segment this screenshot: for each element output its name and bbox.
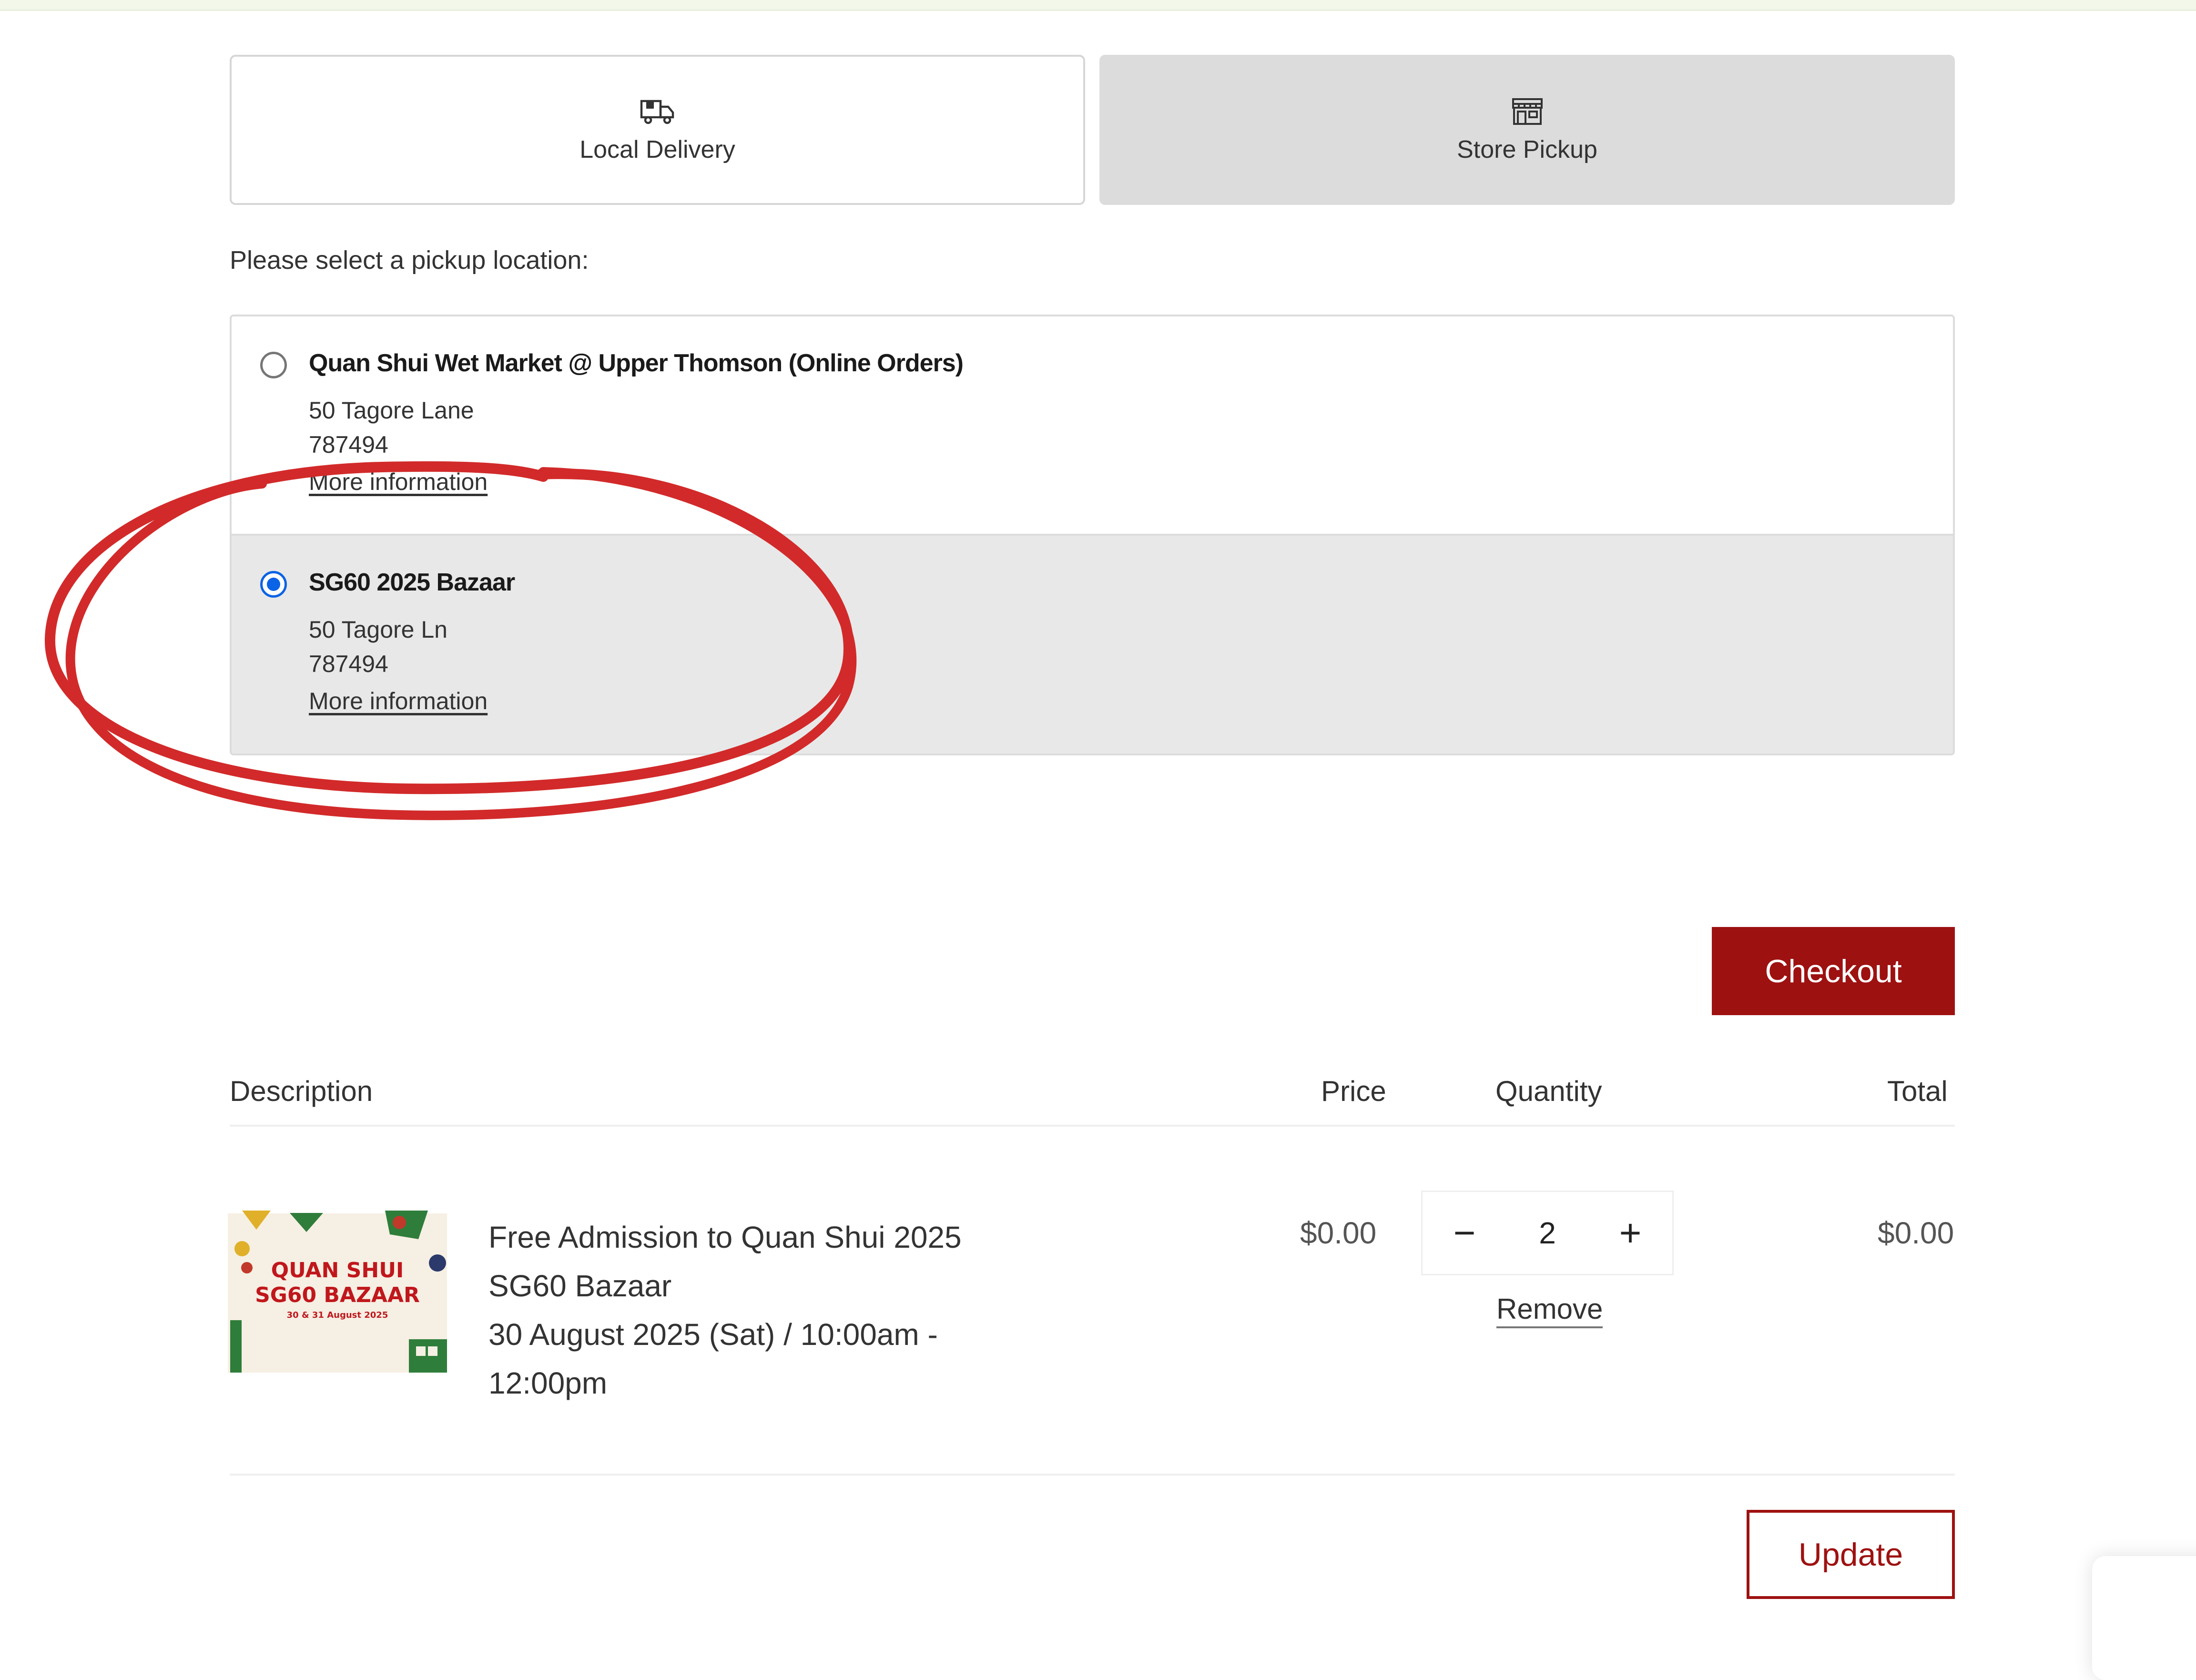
location-postal-code: 787494	[309, 651, 388, 677]
quantity-decrease-button[interactable]: −	[1423, 1192, 1506, 1274]
quantity-increase-button[interactable]: +	[1588, 1192, 1672, 1274]
pickup-location-option-selected[interactable]: SG60 2025 Bazaar 50 Tagore Ln 787494 Mor…	[232, 536, 1953, 753]
location-postal-code: 787494	[309, 431, 388, 458]
storefront-icon	[1512, 98, 1543, 125]
quantity-input[interactable]: 2	[1539, 1215, 1556, 1251]
thumbnail-title-line-1: QUAN SHUI	[271, 1258, 404, 1283]
location-street: 50 Tagore Lane	[309, 397, 474, 424]
product-title[interactable]: Free Admission to Quan Shui 2025 SG60 Ba…	[488, 1213, 1013, 1407]
top-banner-strip	[0, 0, 2196, 11]
product-variant: 30 August 2025 (Sat) / 10:00am - 12:00pm	[488, 1317, 938, 1400]
checkout-button[interactable]: Checkout	[1712, 927, 1955, 1015]
column-header-quantity: Quantity	[1495, 1075, 1602, 1107]
column-header-total: Total	[1887, 1075, 1948, 1107]
delivery-truck-icon	[640, 100, 674, 124]
column-header-description: Description	[230, 1075, 373, 1107]
pickup-location-list: Quan Shui Wet Market @ Upper Thomson (On…	[230, 315, 1955, 755]
chat-widget-corner[interactable]	[2092, 1556, 2196, 1680]
column-header-price: Price	[1321, 1075, 1386, 1107]
update-cart-button[interactable]: Update	[1747, 1510, 1955, 1599]
location-name: Quan Shui Wet Market @ Upper Thomson (On…	[309, 349, 964, 377]
remove-item-link[interactable]: Remove	[1496, 1293, 1603, 1328]
location-radio-selected[interactable]	[260, 571, 287, 598]
tab-store-pickup[interactable]: Store Pickup	[1099, 55, 1955, 205]
location-name: SG60 2025 Bazaar	[309, 569, 515, 596]
pickup-location-prompt: Please select a pickup location:	[230, 246, 589, 275]
divider	[230, 1125, 1955, 1127]
thumbnail-dates: 30 & 31 August 2025	[287, 1310, 388, 1320]
product-thumbnail[interactable]: QUAN SHUI SG60 BAZAAR 30 & 31 August 202…	[228, 1211, 447, 1373]
product-price: $0.00	[1300, 1216, 1377, 1250]
tab-store-pickup-label: Store Pickup	[1457, 135, 1597, 163]
more-information-link[interactable]: More information	[309, 687, 488, 715]
quantity-stepper: − 2 +	[1421, 1191, 1674, 1275]
tab-local-delivery-label: Local Delivery	[580, 135, 735, 163]
location-radio-unselected[interactable]	[260, 352, 287, 378]
thumbnail-title-line-2: SG60 BAZAAR	[255, 1283, 420, 1307]
line-item-total: $0.00	[1878, 1216, 1954, 1250]
tab-local-delivery[interactable]: Local Delivery	[230, 55, 1085, 205]
location-street: 50 Tagore Ln	[309, 616, 447, 643]
divider	[230, 1474, 1955, 1476]
more-information-link[interactable]: More information	[309, 468, 488, 496]
pickup-location-option[interactable]: Quan Shui Wet Market @ Upper Thomson (On…	[232, 316, 1953, 536]
product-name: Free Admission to Quan Shui 2025 SG60 Ba…	[488, 1220, 962, 1303]
